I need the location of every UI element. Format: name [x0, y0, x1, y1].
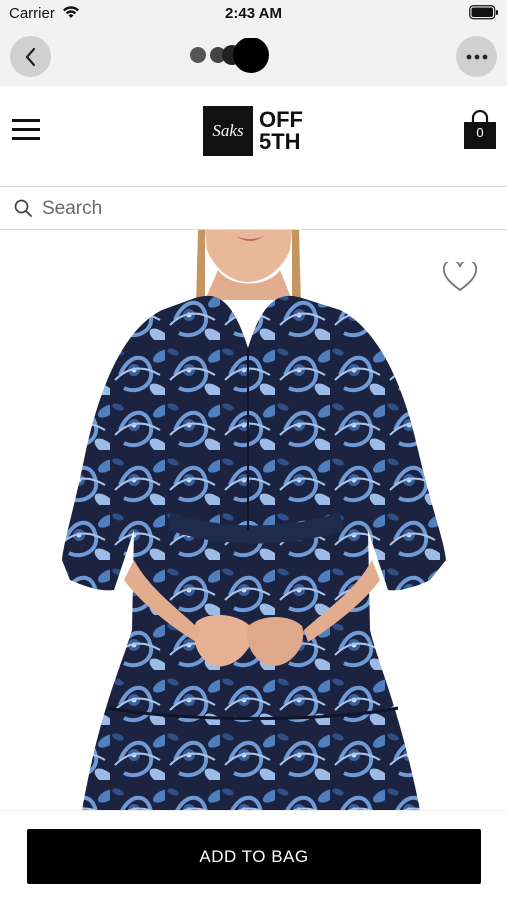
chevron-left-icon	[25, 47, 35, 66]
status-time: 2:43 AM	[225, 5, 282, 22]
more-horizontal-icon	[466, 54, 487, 59]
search-input[interactable]	[40, 193, 484, 225]
add-to-bag-button[interactable]: ADD TO BAG	[27, 829, 481, 884]
more-button[interactable]	[456, 36, 497, 77]
status-bar: Carrier 2:43 AM	[0, 0, 507, 28]
heart-icon[interactable]	[443, 259, 477, 297]
hamburger-menu-icon[interactable]	[12, 119, 40, 143]
browser-toolbar	[0, 28, 507, 86]
logo-wordmark: OFF 5TH	[259, 109, 303, 153]
bottom-action-bar: ADD TO BAG	[0, 810, 507, 901]
loading-dots-icon	[188, 37, 272, 83]
saks-off-5th-logo[interactable]: Saks OFF 5TH	[203, 106, 303, 156]
logo-line-1: OFF	[259, 107, 303, 132]
battery-icon	[469, 5, 499, 25]
back-button[interactable]	[10, 36, 51, 77]
bag-count-badge: 0	[476, 125, 484, 140]
product-photo[interactable]	[0, 230, 507, 810]
shopping-bag-button[interactable]: 0	[463, 109, 497, 150]
logo-line-2: 5TH	[259, 129, 301, 154]
search-icon	[14, 199, 32, 222]
site-header: Saks OFF 5TH 0	[0, 86, 507, 187]
logo-mark: Saks	[203, 106, 253, 156]
search-bar[interactable]	[0, 187, 507, 230]
